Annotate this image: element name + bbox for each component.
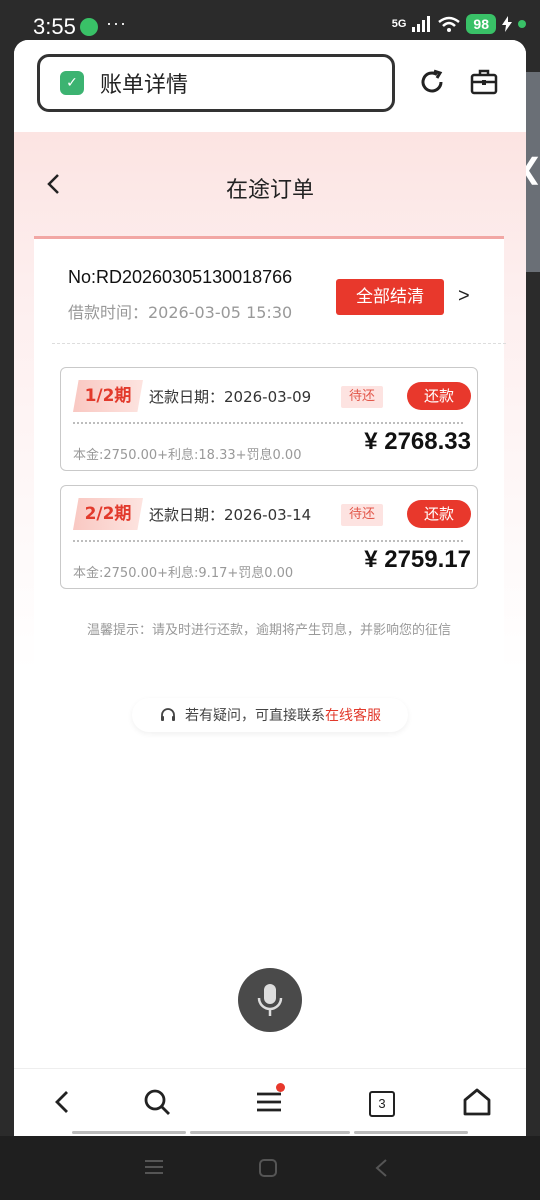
privacy-indicator <box>518 20 526 28</box>
divider <box>73 422 463 424</box>
installment-card: 2/2期 还款日期：2026-03-14 待还 还款 本金:2750.00+利息… <box>60 485 478 589</box>
status-indicators: 5G 98 <box>392 14 526 34</box>
wifi-icon <box>438 16 461 32</box>
recent-apps-icon[interactable] <box>144 1158 164 1176</box>
order-card: No:RD20260305130018766 借款时间：2026-03-05 1… <box>34 236 506 669</box>
gesture-underline <box>354 1131 468 1134</box>
page-title: 在途订单 <box>225 178 314 203</box>
browser-bottom-bar: 3 <box>14 1068 526 1136</box>
more-notifications-icon: ··· <box>106 13 127 33</box>
refresh-icon[interactable] <box>418 68 446 96</box>
browser-top-bar: ✓ 账单详情 <box>14 40 526 132</box>
charging-icon <box>502 16 512 32</box>
divider <box>73 540 463 542</box>
back-icon[interactable] <box>48 1087 78 1117</box>
voice-input-button[interactable] <box>238 968 302 1032</box>
notification-dot <box>276 1083 285 1092</box>
status-badge: 待还 <box>341 504 383 526</box>
microphone-icon <box>257 984 283 1016</box>
settle-all-button[interactable]: 全部结清 <box>336 279 444 315</box>
page-content: 在途订单 No:RD20260305130018766 借款时间：2026-03… <box>14 132 526 1068</box>
installment-due-date: 还款日期：2026-03-14 <box>149 506 312 524</box>
address-text: 账单详情 <box>100 73 189 98</box>
status-badge: 待还 <box>341 386 383 408</box>
system-navigation-bar <box>0 1136 540 1200</box>
contact-prefix: 若有疑问，可直接联系 <box>185 708 325 724</box>
system-back-icon[interactable] <box>374 1158 388 1178</box>
divider <box>52 343 506 344</box>
contact-support: 若有疑问，可直接联系 在线客服 <box>132 698 408 732</box>
installment-amount: ¥ 2768.33 <box>364 428 471 455</box>
wechat-notification-icon <box>80 18 98 36</box>
search-icon[interactable] <box>142 1087 172 1117</box>
signal-icon <box>412 16 431 32</box>
tabs-button[interactable]: 3 <box>369 1091 395 1117</box>
network-label: 5G <box>391 18 407 30</box>
installment-due-date: 还款日期：2026-03-09 <box>149 388 312 406</box>
installment-breakdown: 本金:2750.00+利息:18.33+罚息0.00 <box>73 448 302 463</box>
home-icon[interactable] <box>462 1087 492 1117</box>
installment-period: 1/2期 <box>73 380 143 412</box>
gesture-underline <box>190 1131 350 1134</box>
installment-breakdown: 本金:2750.00+利息:9.17+罚息0.00 <box>73 566 294 581</box>
battery-level: 98 <box>466 14 496 34</box>
address-bar[interactable]: ✓ 账单详情 <box>37 54 395 112</box>
online-service-link[interactable]: 在线客服 <box>325 705 381 725</box>
repay-button[interactable]: 还款 <box>407 382 471 410</box>
loan-time: 借款时间：2026-03-05 15:30 <box>68 303 293 322</box>
headset-icon <box>161 708 175 721</box>
browser-window: ✓ 账单详情 在途订单 No:RD20260305130018766 借款时间：… <box>14 40 526 1136</box>
reminder-tip: 温馨提示：请及时进行还款，逾期将产生罚息，并影响您的征信 <box>86 623 451 638</box>
order-detail-chevron[interactable]: > <box>458 285 470 308</box>
installment-card: 1/2期 还款日期：2026-03-09 待还 还款 本金:2750.00+利息… <box>60 367 478 471</box>
repay-button[interactable]: 还款 <box>407 500 471 528</box>
page-header: 在途订单 <box>14 132 526 232</box>
toolbox-icon[interactable] <box>470 68 498 96</box>
home-button-icon[interactable] <box>258 1158 278 1178</box>
installment-amount: ¥ 2759.17 <box>364 546 471 573</box>
gesture-underline <box>72 1131 186 1134</box>
shield-check-icon: ✓ <box>60 71 84 95</box>
order-number: No:RD20260305130018766 <box>68 267 293 287</box>
installment-period: 2/2期 <box>73 498 143 530</box>
status-time: 3:55 <box>33 14 76 39</box>
